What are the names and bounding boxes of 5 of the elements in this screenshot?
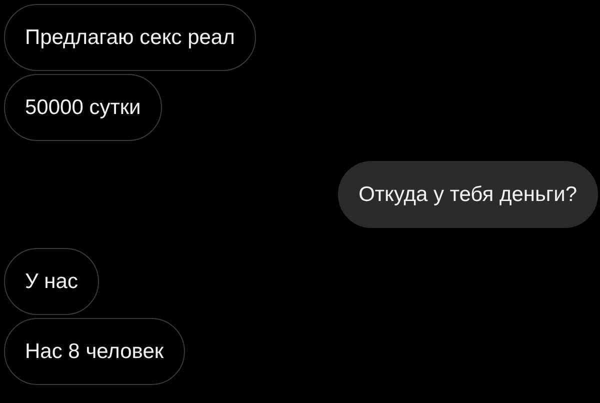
message-bubble: 50000 сутки bbox=[4, 74, 162, 141]
message-bubble: Предлагаю секс реал bbox=[4, 4, 256, 71]
message-bubble: У нас bbox=[4, 248, 99, 315]
message-bubble: Откуда у тебя деньги? bbox=[338, 161, 598, 228]
message-bubble: Нас 8 человек bbox=[4, 318, 185, 385]
